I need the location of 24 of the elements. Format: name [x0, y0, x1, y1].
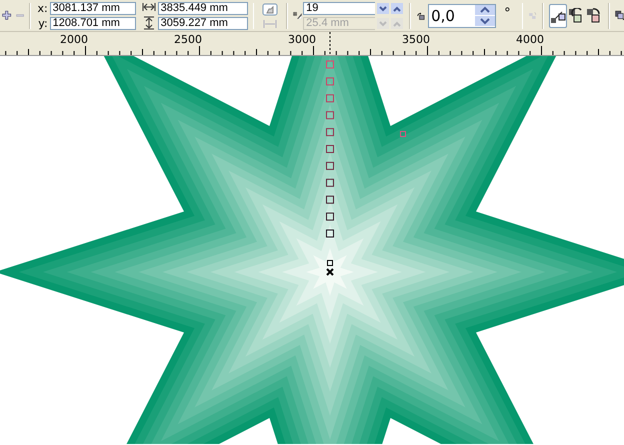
spin-up-icon[interactable] — [475, 5, 496, 15]
blend-angle-field[interactable]: 0,0 — [428, 4, 496, 28]
ruler-label: 2000 — [60, 33, 88, 46]
ruler-label: 3500 — [402, 33, 430, 46]
height-field[interactable]: 3059.227 mm — [158, 16, 248, 30]
spin-arrows-icon[interactable] — [377, 2, 404, 14]
spin-down-icon[interactable] — [475, 16, 496, 26]
blend-steps-field[interactable]: 19 — [303, 2, 376, 14]
blend-angle-value: 0,0 — [430, 6, 456, 24]
x-position-field[interactable]: 3081.137 mm — [50, 2, 136, 14]
y-position-field[interactable]: 1208.701 mm — [50, 16, 136, 30]
direct-blend-button[interactable] — [549, 4, 568, 28]
y-label: y: — [37, 16, 48, 30]
width-field[interactable]: 3835.449 mm — [158, 2, 248, 14]
proportional-lock-icon — [262, 2, 278, 18]
counterclockwise-blend-icon — [586, 8, 602, 24]
ruler-label: 4000 — [516, 33, 544, 46]
degree-unit: ° — [504, 6, 511, 21]
ruler-label: 2500 — [174, 33, 202, 46]
ruler-label: 3000 — [288, 33, 316, 46]
x-label: x: — [36, 2, 48, 14]
height-icon — [142, 16, 156, 30]
clockwise-blend-icon — [568, 8, 584, 24]
blend-path-handles[interactable] — [326, 60, 406, 276]
